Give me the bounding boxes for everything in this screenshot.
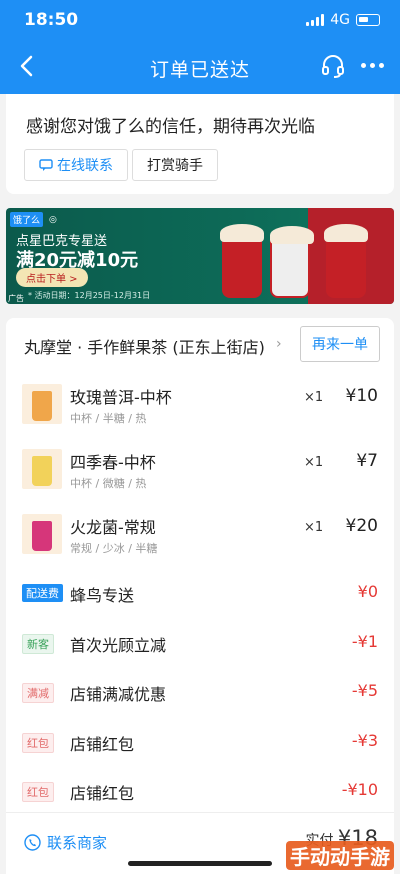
coffee-cup-image	[270, 226, 314, 298]
order-card: 丸摩堂 · 手作鲜果茶 (正东上街店) › 再来一单 玫瑰普洱-中杯中杯 / 半…	[6, 318, 394, 874]
fee-name: 店铺满减优惠	[70, 685, 167, 704]
fee-tag: 满减	[22, 683, 54, 703]
banner-date: * 活动日期：12月25日-12月31日	[28, 291, 151, 300]
tip-rider-button[interactable]: 打赏骑手	[132, 149, 218, 181]
coffee-cup-image	[324, 224, 368, 298]
status-time: 18:50	[24, 10, 79, 30]
order-item-row: 四季春-中杯中杯 / 微糖 / 热 ×1 ¥7	[6, 445, 394, 505]
order-item-row: 玫瑰普洱-中杯中杯 / 半糖 / 热 ×1 ¥10	[6, 380, 394, 440]
partner-logo-icon: ◎	[49, 214, 57, 225]
contact-merchant-button[interactable]: 联系商家	[24, 832, 107, 853]
top-bar: 18:50 4G 订单已送达	[0, 0, 400, 94]
coffee-cup-image	[220, 224, 264, 298]
product-image	[22, 384, 62, 424]
item-price: ¥20	[345, 516, 378, 536]
fee-value: ¥0	[357, 582, 378, 601]
fee-row: 配送费 蜂鸟专送 ¥0	[6, 580, 394, 610]
fee-row: 红包 店铺红包 -¥10	[6, 778, 394, 808]
phone-icon	[24, 834, 41, 851]
status-icons: 4G	[306, 12, 380, 28]
thanks-card: 感谢您对饿了么的信任，期待再次光临 在线联系 打赏骑手	[6, 94, 394, 194]
thanks-message: 感谢您对饿了么的信任，期待再次光临	[26, 117, 315, 137]
item-name: 四季春-中杯	[70, 453, 156, 472]
fee-row: 新客 首次光顾立减 -¥1	[6, 630, 394, 660]
item-quantity: ×1	[304, 520, 324, 535]
item-spec: 中杯 / 半糖 / 热	[70, 412, 147, 425]
ad-banner[interactable]: 饿了么 ◎ 点星巴克专星送 满20元减10元 点击下单 > * 活动日期：12月…	[6, 208, 394, 304]
item-name: 火龙菌-常规	[70, 518, 156, 537]
fee-row: 红包 店铺红包 -¥3	[6, 729, 394, 759]
order-item-row: 火龙菌-常规常规 / 少冰 / 半糖 ×1 ¥20	[6, 510, 394, 570]
eleme-logo: 饿了么	[10, 212, 44, 227]
reorder-button[interactable]: 再来一单	[300, 326, 380, 362]
chat-icon	[39, 159, 53, 171]
fee-tag: 新客	[22, 633, 54, 654]
shop-name[interactable]: 丸摩堂 · 手作鲜果茶 (正东上街店)	[24, 334, 265, 358]
fee-name: 蜂鸟专送	[70, 586, 135, 605]
divider	[6, 812, 394, 813]
chevron-right-icon[interactable]: ›	[276, 336, 282, 352]
product-image	[22, 449, 62, 489]
item-price: ¥10	[345, 386, 378, 406]
fee-value: -¥10	[341, 780, 378, 799]
item-spec: 中杯 / 微糖 / 热	[70, 477, 147, 490]
ad-label: 广告	[8, 294, 24, 303]
item-spec: 常规 / 少冰 / 半糖	[70, 542, 158, 555]
fee-name: 首次光顾立减	[70, 635, 167, 655]
fee-tag: 红包	[22, 732, 54, 753]
tip-rider-label: 打赏骑手	[147, 158, 203, 174]
customer-service-icon[interactable]	[320, 53, 346, 79]
banner-logos: 饿了么 ◎	[10, 212, 57, 227]
signal-icon	[306, 14, 325, 26]
more-options-icon[interactable]	[361, 63, 384, 68]
fee-value: -¥3	[351, 730, 378, 750]
item-quantity: ×1	[304, 455, 324, 470]
fee-value: -¥5	[351, 681, 378, 700]
fee-value: -¥1	[351, 631, 378, 651]
item-quantity: ×1	[304, 390, 324, 405]
fee-name: 店铺红包	[70, 784, 135, 803]
fee-tag: 配送费	[22, 584, 63, 602]
contact-merchant-label: 联系商家	[47, 834, 108, 852]
fee-name: 店铺红包	[70, 734, 135, 754]
product-image	[22, 514, 62, 554]
fee-row: 满减 店铺满减优惠 -¥5	[6, 679, 394, 709]
battery-icon	[356, 14, 380, 26]
online-contact-button[interactable]: 在线联系	[24, 149, 128, 181]
item-price: ¥7	[356, 451, 378, 471]
item-name: 玫瑰普洱-中杯	[70, 388, 172, 407]
status-bar: 18:50 4G	[0, 0, 400, 40]
banner-order-button[interactable]: 点击下单 >	[16, 268, 88, 287]
network-label: 4G	[330, 12, 350, 28]
fee-tag: 红包	[22, 782, 54, 802]
watermark: 手动动手游	[286, 841, 394, 870]
home-indicator	[128, 861, 272, 866]
online-contact-label: 在线联系	[57, 158, 113, 174]
